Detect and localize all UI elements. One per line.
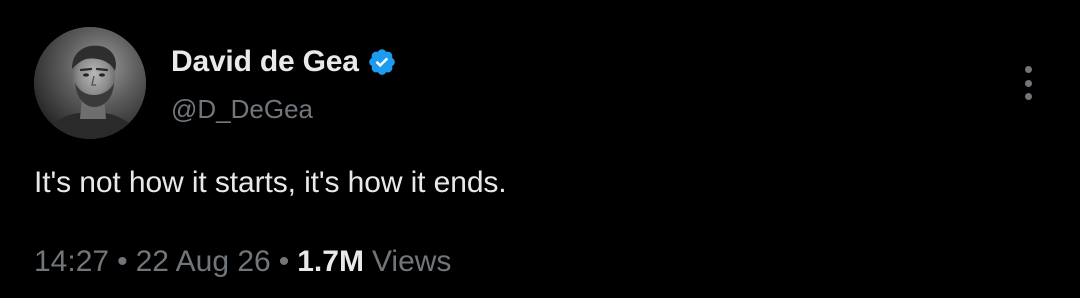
tweet-card: David de Gea @D_DeGea It's not how it st… xyxy=(0,0,1080,298)
avatar-photo-icon xyxy=(34,27,146,139)
tweet-header: David de Gea @D_DeGea xyxy=(171,40,397,125)
tweet-text: It's not how it starts, it's how it ends… xyxy=(34,166,507,199)
author-handle[interactable]: @D_DeGea xyxy=(171,94,397,125)
separator: • xyxy=(278,245,290,278)
author-display-name[interactable]: David de Gea xyxy=(171,45,359,79)
name-row: David de Gea xyxy=(171,40,397,84)
separator: • xyxy=(117,245,128,278)
views-label[interactable]: Views xyxy=(372,245,451,279)
tweet-time[interactable]: 14:27 xyxy=(34,245,109,279)
views-count[interactable]: 1.7M xyxy=(297,245,364,279)
more-dot xyxy=(1024,66,1032,73)
verified-badge-icon xyxy=(367,47,397,77)
tweet-date[interactable]: 22 Aug 26 xyxy=(136,245,271,279)
avatar[interactable] xyxy=(34,27,146,139)
tweet-metadata: 14:27 • 22 Aug 26 • 1.7M Views xyxy=(34,245,451,279)
more-options-icon[interactable] xyxy=(1022,66,1034,100)
more-dot xyxy=(1024,93,1032,100)
more-dot xyxy=(1024,79,1032,87)
